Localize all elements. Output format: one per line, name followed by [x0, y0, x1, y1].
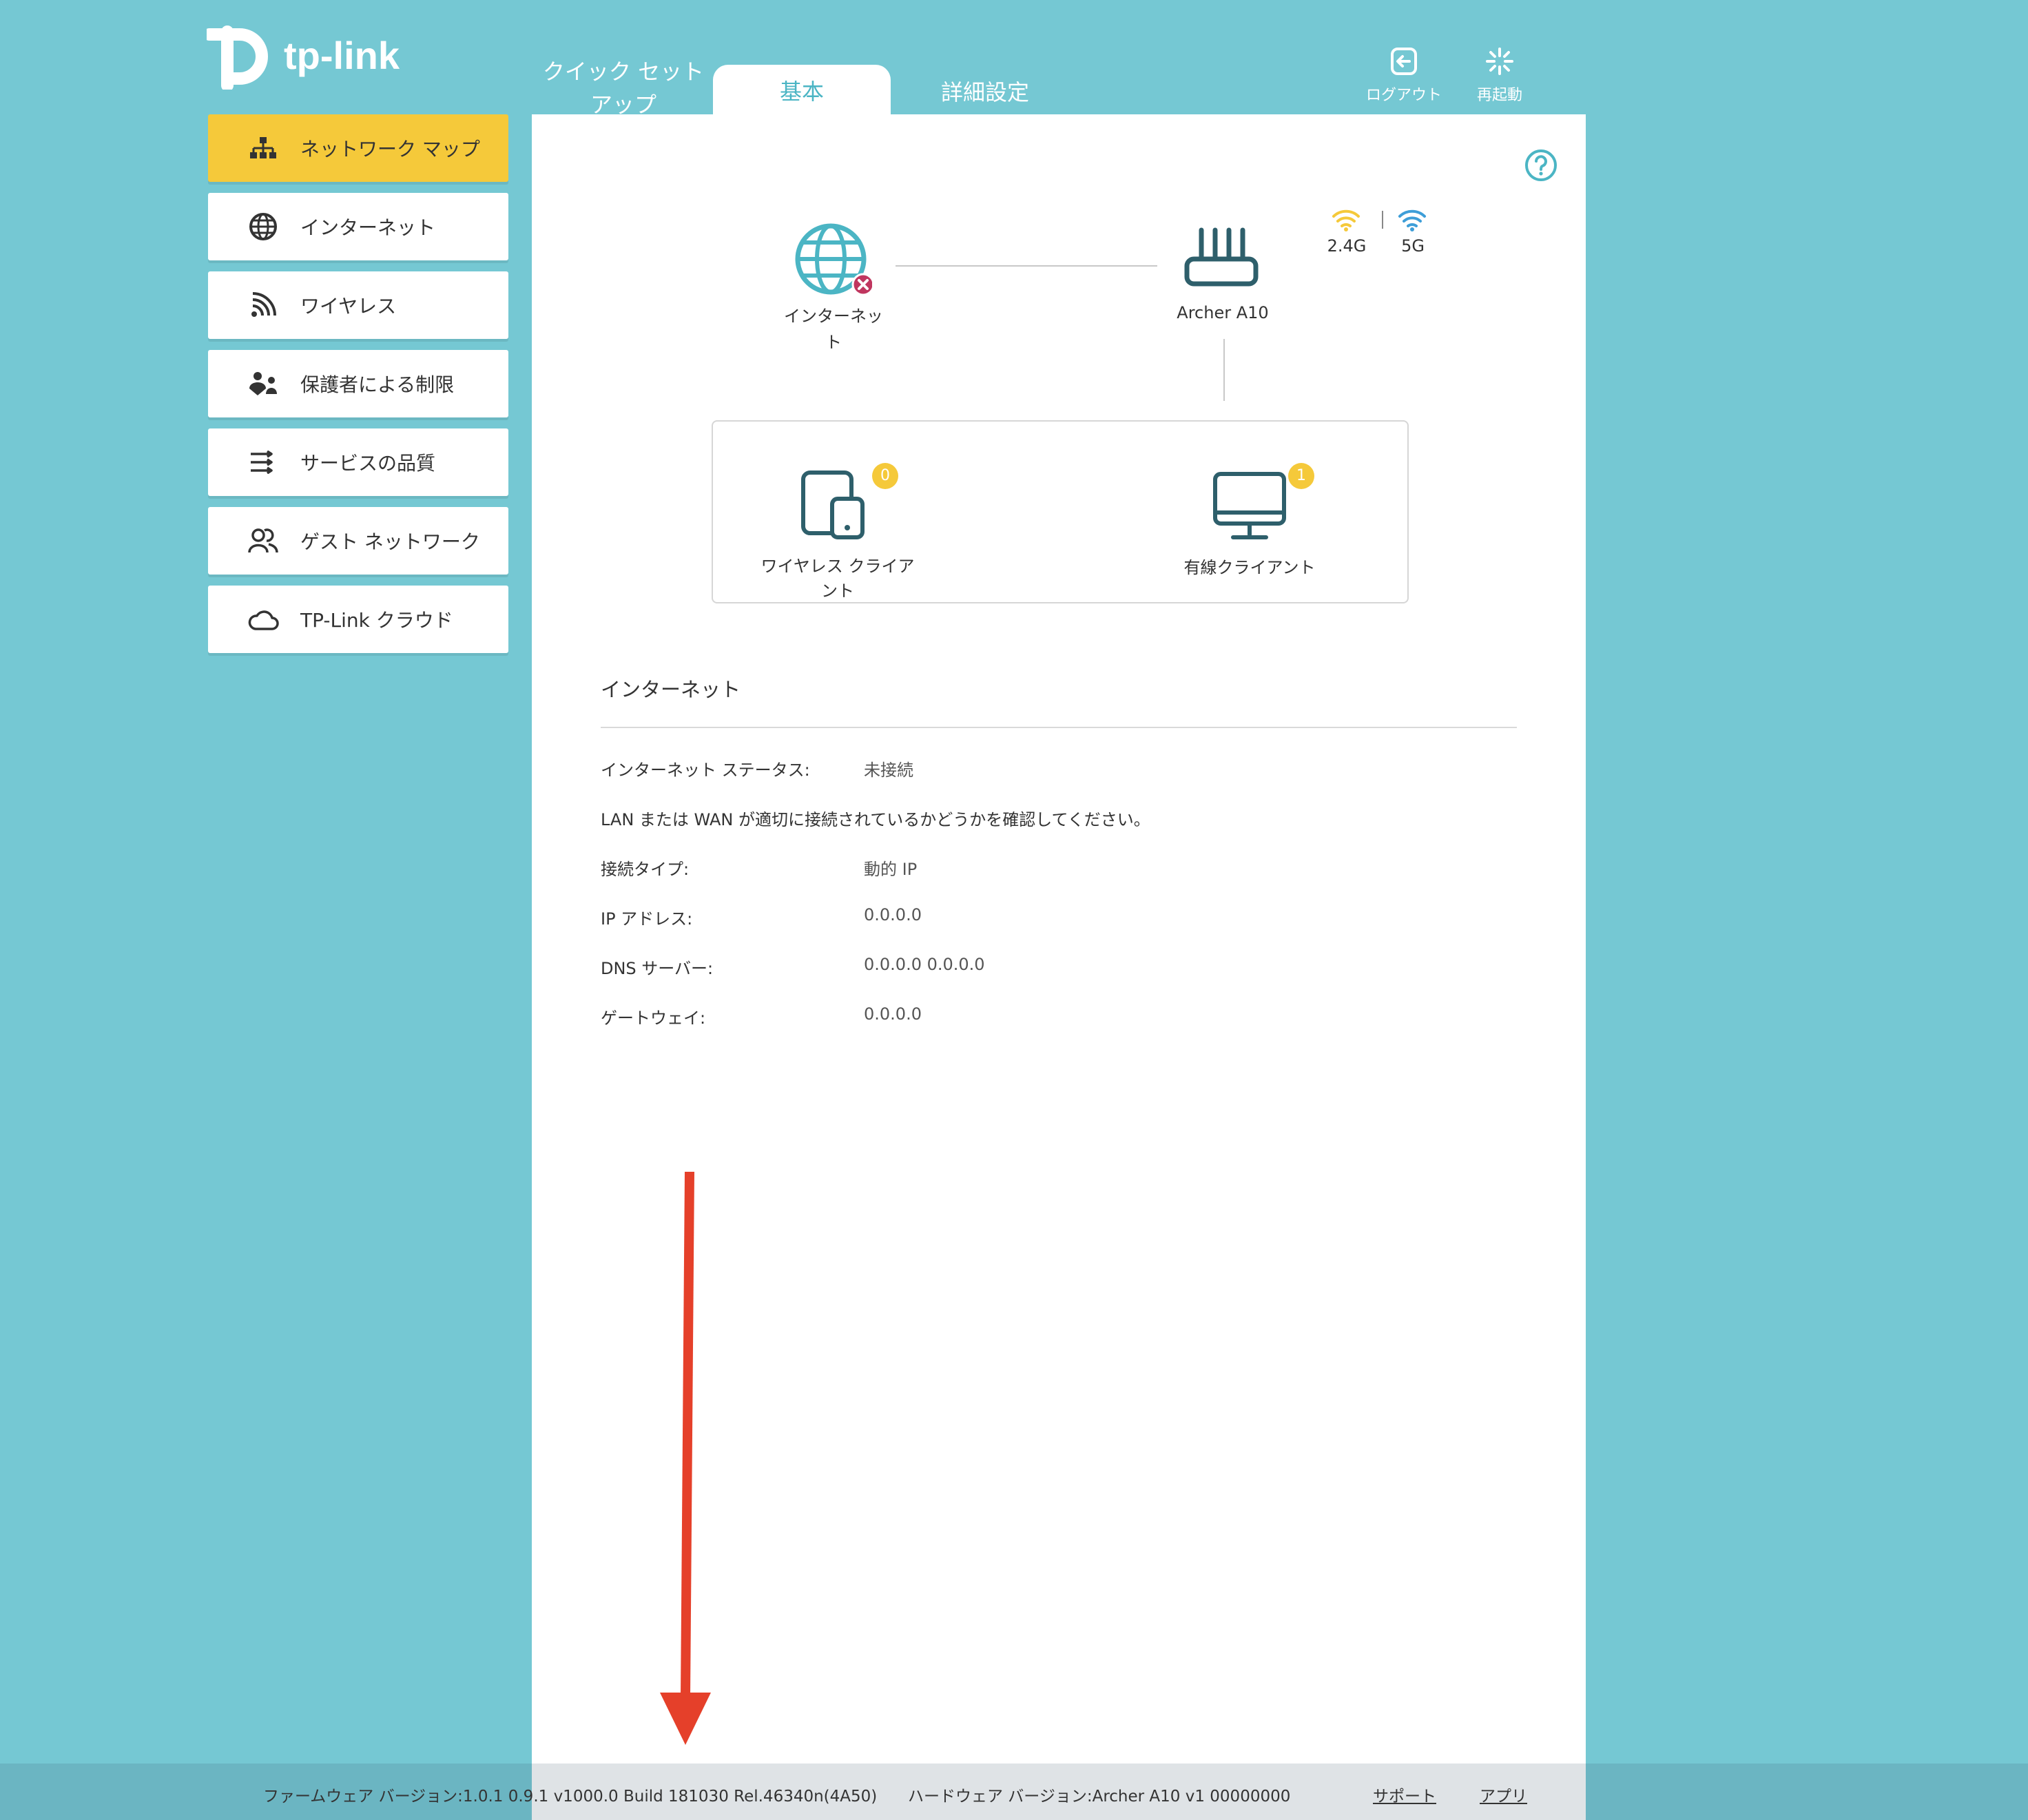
wifi-5g-icon [1398, 209, 1426, 231]
sidebar-item-label: ゲスト ネットワーク [300, 530, 480, 553]
connection-type-label: 接続タイプ: [601, 860, 690, 879]
band-24g-label: 2.4G [1327, 236, 1367, 256]
sidebar-item-internet[interactable]: インターネット [208, 193, 508, 260]
sidebar-item-parental-controls[interactable]: 保護者による制限 [208, 350, 508, 417]
connection-notice: LAN または WAN が適切に接続されているかどうかを確認してください。 [601, 810, 1150, 829]
globe-icon [247, 210, 280, 243]
sidebar-item-tp-link-cloud[interactable]: TP-Link クラウド [208, 586, 508, 653]
sidebar-item-label: ワイヤレス [300, 295, 397, 318]
internet-node[interactable] [792, 220, 875, 303]
firmware-version: ファームウェア バージョン:1.0.1 0.9.1 v1000.0 Build … [263, 1788, 878, 1806]
sidebar-item-guest-network[interactable]: ゲスト ネットワーク [208, 507, 508, 575]
tab-advanced[interactable]: 詳細設定 [916, 76, 1054, 109]
help-icon[interactable] [1524, 148, 1558, 183]
logout-button[interactable]: ログアウト [1359, 47, 1449, 105]
band-5g-label: 5G [1401, 236, 1425, 256]
connector-line [896, 265, 1157, 267]
router-icon [1184, 227, 1259, 287]
wireless-clients-label: ワイヤレス クライアント [760, 557, 915, 601]
ip-address-label: IP アドレス: [601, 909, 693, 929]
wireless-clients-node[interactable] [799, 468, 871, 543]
support-link[interactable]: サポート [1373, 1783, 1436, 1806]
parental-icon [247, 367, 280, 400]
sidebar-item-wireless[interactable]: ワイヤレス [208, 271, 508, 339]
sidebar-item-label: TP-Link クラウド [300, 609, 453, 632]
tablet-phone-icon [801, 470, 865, 539]
ip-address-value: 0.0.0.0 [864, 905, 922, 924]
connection-type-value: 動的 IP [864, 860, 918, 879]
reboot-label: 再起動 [1476, 87, 1522, 104]
internet-node-label: インターネット [784, 307, 883, 352]
sidebar-item-qos[interactable]: サービスの品質 [208, 428, 508, 496]
app-link[interactable]: アプリ [1480, 1783, 1527, 1806]
guest-icon [247, 524, 280, 557]
cloud-icon [247, 603, 280, 636]
sidebar-item-label: ネットワーク マップ [300, 138, 480, 161]
dns-server-value: 0.0.0.0 0.0.0.0 [864, 955, 985, 974]
sidebar-item-label: インターネット [300, 216, 436, 239]
dns-server-label: DNS サーバー: [601, 959, 714, 978]
wifi-24g-icon [1332, 209, 1360, 231]
reboot-icon [1486, 48, 1513, 75]
router-node[interactable] [1183, 227, 1265, 296]
monitor-icon [1213, 472, 1286, 539]
band-divider [1382, 211, 1383, 229]
connector-line [1223, 339, 1225, 401]
logout-icon [1391, 48, 1417, 75]
gateway-label: ゲートウェイ: [601, 1009, 706, 1028]
wired-clients-label: 有線クライアント [1183, 558, 1316, 577]
tab-quick-setup[interactable]: クイック セット アップ [530, 55, 716, 121]
hardware-version: ハードウェア バージョン:Archer A10 v1 00000000 [908, 1788, 1291, 1806]
sidebar-item-label: サービスの品質 [300, 452, 436, 475]
qos-icon [247, 446, 280, 479]
wired-clients-node[interactable] [1211, 470, 1288, 544]
wireless-icon [247, 289, 280, 322]
section-divider [601, 727, 1517, 728]
brand-name: tp-link [284, 34, 400, 77]
router-label: Archer A10 [1177, 303, 1269, 322]
globe-icon [795, 223, 875, 296]
gateway-value: 0.0.0.0 [864, 1004, 922, 1024]
network-map-icon [247, 132, 280, 165]
sidebar-item-network-map[interactable]: ネットワーク マップ [208, 114, 508, 182]
internet-status-value: 未接続 [864, 761, 913, 780]
annotation-arrow-icon [660, 1171, 711, 1745]
reboot-button[interactable]: 再起動 [1455, 47, 1544, 105]
tab-basic[interactable]: 基本 [713, 65, 891, 114]
wired-clients-count-badge: 1 [1288, 463, 1314, 489]
internet-status-label: インターネット ステータス: [601, 761, 810, 780]
internet-section-title: インターネット [601, 678, 741, 701]
sidebar-item-label: 保護者による制限 [300, 373, 455, 396]
logout-label: ログアウト [1365, 87, 1442, 104]
wireless-clients-count-badge: 0 [872, 463, 898, 489]
